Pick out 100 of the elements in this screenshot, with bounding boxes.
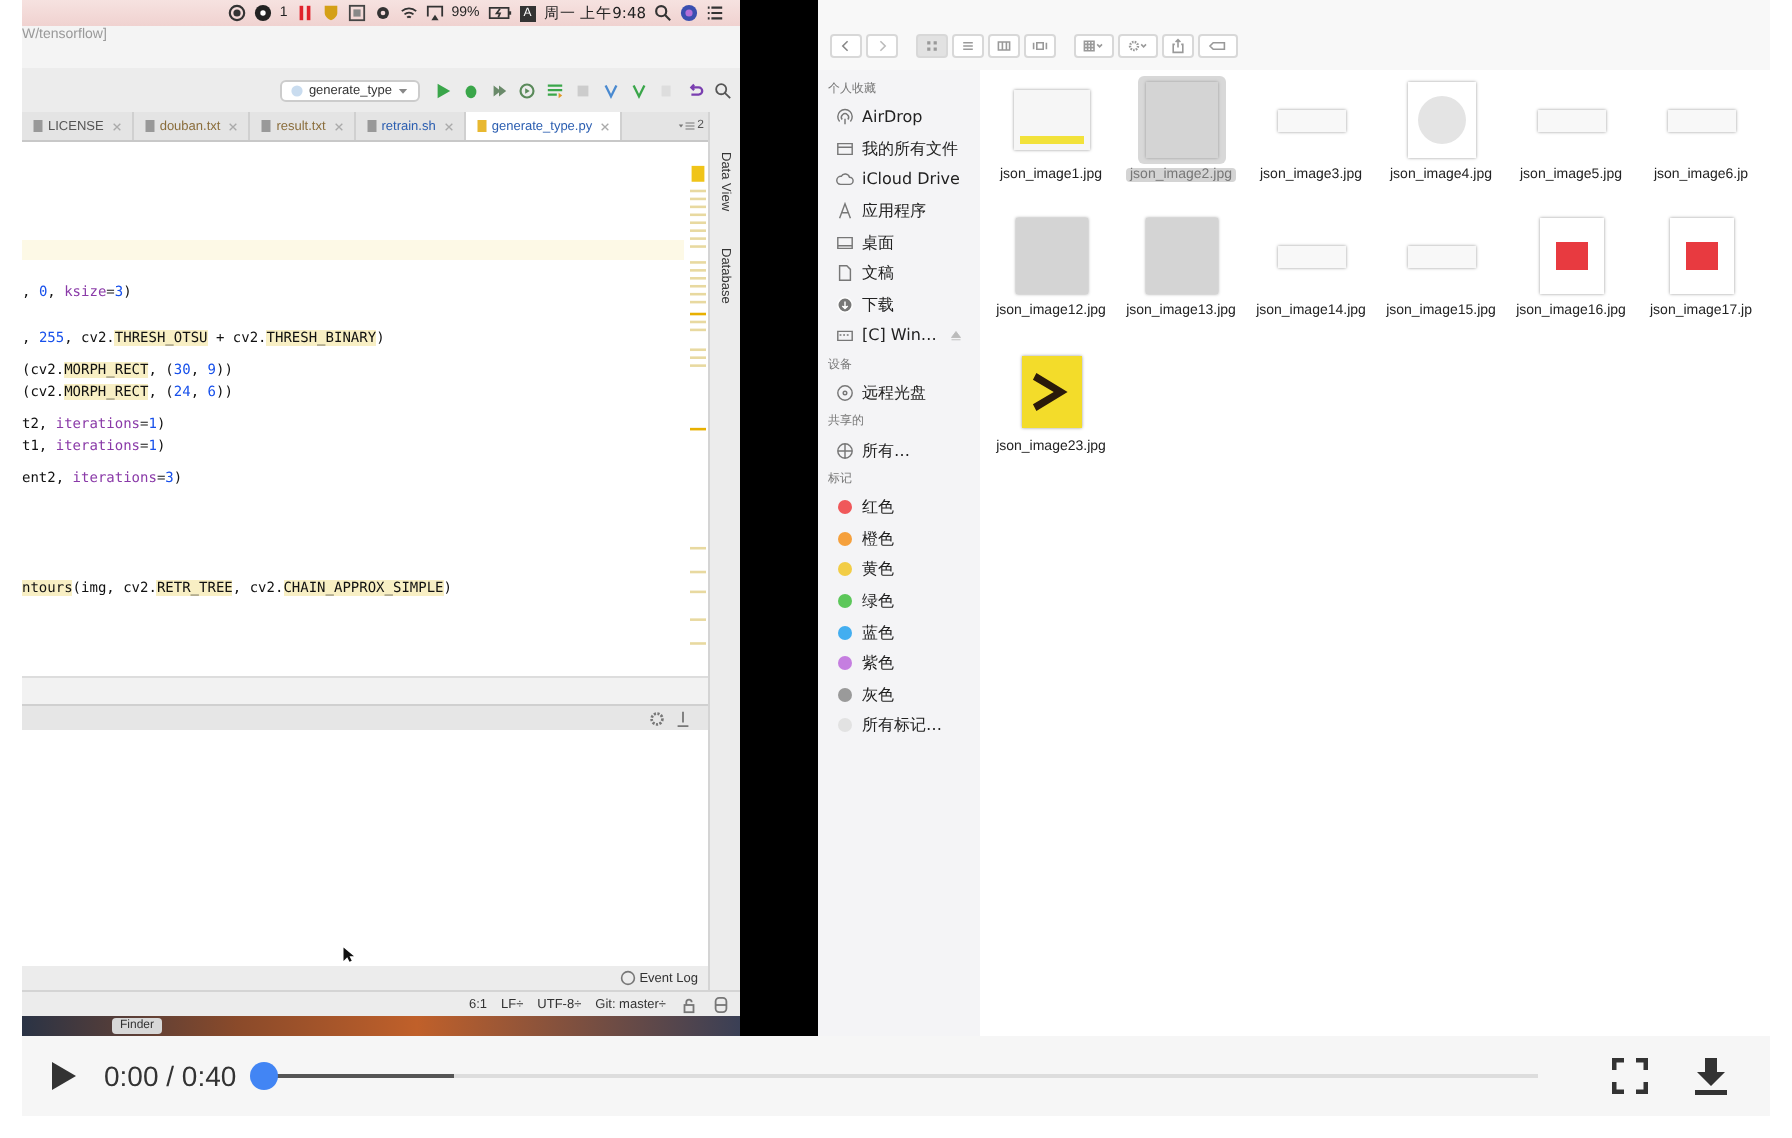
gear-icon xyxy=(1126,37,1150,53)
sidebar-item-label: 紫色 xyxy=(862,652,894,675)
sidebar-item-label: 远程光盘 xyxy=(862,382,926,405)
columns-icon xyxy=(996,37,1012,53)
battery-icon[interactable] xyxy=(487,4,512,22)
pause-icon[interactable] xyxy=(295,4,314,22)
share-button[interactable] xyxy=(1162,33,1194,57)
back-button[interactable] xyxy=(830,33,862,57)
arrange-button[interactable] xyxy=(1074,33,1114,57)
sidebar-item[interactable]: 紫色 xyxy=(828,647,980,679)
grid-icon xyxy=(924,37,940,53)
sidebar-item[interactable]: 红色 xyxy=(828,491,980,524)
sidebar-item[interactable]: 我的所有文件 xyxy=(828,133,980,165)
sidebar-item[interactable]: 蓝色 xyxy=(828,616,980,648)
sidebar-item[interactable]: 文稿 xyxy=(828,257,980,290)
file-icon xyxy=(475,118,488,134)
vcs-update-icon[interactable] xyxy=(602,81,620,99)
search-icon[interactable] xyxy=(714,81,732,99)
sidebar-item-label: 所有标记… xyxy=(862,714,942,737)
search-icon[interactable] xyxy=(654,4,672,22)
sidebar-item[interactable]: [C] Win… xyxy=(828,320,980,352)
sidebar-item-label: 蓝色 xyxy=(862,621,894,644)
vcs-commit-icon[interactable] xyxy=(630,81,648,99)
sidebar-item-label: 桌面 xyxy=(862,231,894,254)
sidebar-item-icon xyxy=(836,384,854,403)
sidebar-item[interactable]: 远程光盘 xyxy=(828,377,980,409)
coverage-icon[interactable] xyxy=(490,81,508,99)
list-icon[interactable] xyxy=(706,4,724,22)
sidebar-item[interactable]: 橙色 xyxy=(828,523,980,555)
gear-icon[interactable] xyxy=(373,4,392,22)
close-icon[interactable] xyxy=(443,121,454,131)
action-button[interactable] xyxy=(1118,33,1158,57)
tab-list-icon xyxy=(677,120,696,132)
run-icon[interactable] xyxy=(434,81,452,99)
sidebar-item[interactable]: 下载 xyxy=(828,289,980,321)
sidebar-item-label: 红色 xyxy=(862,496,894,519)
tag-icon xyxy=(1206,37,1230,53)
lock-icon[interactable] xyxy=(680,995,698,1013)
sidebar-item-icon xyxy=(836,233,854,252)
seek-thumb[interactable] xyxy=(250,1062,279,1090)
python-icon xyxy=(290,83,305,97)
hide-icon[interactable] xyxy=(674,709,692,727)
sidebar-item[interactable]: 所有… xyxy=(828,434,980,466)
eject-icon[interactable] xyxy=(950,329,963,342)
siri-icon[interactable] xyxy=(680,4,698,22)
sidebar-item-icon xyxy=(836,202,854,221)
close-icon[interactable] xyxy=(228,121,239,131)
sidebar-item-icon xyxy=(836,264,854,283)
sidebar-item[interactable]: 桌面 xyxy=(828,226,980,258)
icon-view-button[interactable] xyxy=(916,33,948,57)
file-icon xyxy=(32,118,44,134)
undo-icon[interactable] xyxy=(686,81,704,99)
list-icon xyxy=(960,37,976,53)
sidebar-item[interactable]: AirDrop xyxy=(828,102,980,134)
sidebar-item-icon xyxy=(836,326,854,345)
sidebar-item[interactable]: 绿色 xyxy=(828,585,980,617)
record-icon[interactable] xyxy=(227,4,246,22)
fullscreen-icon[interactable] xyxy=(1612,1058,1649,1094)
wifi-icon[interactable] xyxy=(399,4,418,22)
sidebar-item-label: AirDrop xyxy=(862,108,923,127)
play-icon[interactable] xyxy=(50,1060,78,1092)
sidebar-item-icon xyxy=(836,139,854,158)
profiler-icon[interactable] xyxy=(518,81,536,99)
inspector-icon[interactable] xyxy=(712,995,730,1013)
tag-button[interactable] xyxy=(1198,33,1238,57)
mouse-cursor-icon xyxy=(342,946,354,964)
gallery-view-button[interactable] xyxy=(1024,33,1056,57)
sidebar-item-label: 应用程序 xyxy=(862,200,926,223)
airplay-icon[interactable] xyxy=(425,4,444,22)
sidebar-item-label: 黄色 xyxy=(862,558,894,581)
close-icon[interactable] xyxy=(333,121,344,131)
sidebar-item[interactable]: 黄色 xyxy=(828,554,980,586)
app-status-icon[interactable] xyxy=(253,4,272,22)
column-view-button[interactable] xyxy=(988,33,1020,57)
sidebar-item[interactable]: 应用程序 xyxy=(828,195,980,227)
lines-icon[interactable] xyxy=(546,81,564,99)
sidebar-item[interactable]: 所有标记… xyxy=(828,710,980,742)
caret-icon xyxy=(396,83,410,97)
gallery-icon xyxy=(1032,37,1048,53)
sidebar-item-label: 文稿 xyxy=(862,262,894,285)
shield-icon[interactable] xyxy=(321,4,340,22)
sidebar-item-label: 灰色 xyxy=(862,683,894,706)
chevron-right-icon xyxy=(874,37,890,53)
download-icon[interactable] xyxy=(1692,1056,1731,1096)
close-icon[interactable] xyxy=(111,121,122,131)
sidebar-item-icon xyxy=(836,295,854,314)
share-icon xyxy=(1170,37,1186,53)
sidebar-item-icon xyxy=(836,441,854,460)
sidebar-item-label: 我的所有文件 xyxy=(862,137,958,160)
list-view-button[interactable] xyxy=(952,33,984,57)
close-icon[interactable] xyxy=(600,121,611,131)
sidebar-item-label: 橙色 xyxy=(862,527,894,550)
sidebar-item-icon xyxy=(836,108,854,127)
bug-icon[interactable] xyxy=(462,81,480,99)
sidebar-item-label: 所有… xyxy=(862,439,910,462)
file-icon xyxy=(143,118,156,134)
sidebar-item[interactable]: 灰色 xyxy=(828,679,980,711)
file-icon xyxy=(365,118,378,134)
sidebar-item[interactable]: iCloud Drive xyxy=(828,164,980,196)
app-square-icon[interactable] xyxy=(347,4,366,22)
